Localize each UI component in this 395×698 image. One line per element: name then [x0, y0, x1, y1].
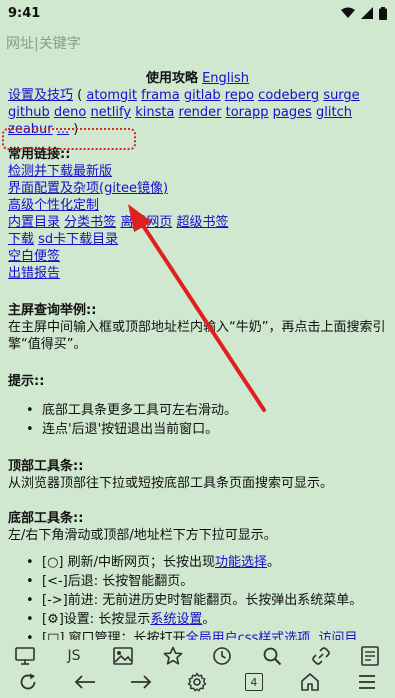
- settings-tips-link[interactable]: 设置及技巧: [8, 88, 73, 103]
- settings-button[interactable]: [182, 668, 212, 696]
- mirror-link[interactable]: torapp: [226, 105, 269, 120]
- common-links-heading: 常用链接::: [8, 147, 71, 162]
- status-bar: 9:41: [0, 0, 395, 26]
- guide-title-line: 使用攻略 English: [8, 70, 387, 87]
- mirror-link[interactable]: pages: [273, 105, 312, 120]
- bottom-toolbar-item: [->]前进: 无前进历史时智能翻页。长按弹出系统菜单。: [26, 592, 387, 609]
- js-label: JS: [67, 648, 81, 664]
- offline-pages-link[interactable]: 离线网页: [120, 215, 172, 230]
- tab-manager-button[interactable]: 4: [239, 668, 269, 696]
- mirror-link[interactable]: netlify: [90, 105, 131, 120]
- home-query-text: 在主屏中间输入框或顶部地址栏内输入“牛奶”，再点击上面搜索引擎“值得买”。: [8, 320, 386, 352]
- monitor-icon: [14, 647, 35, 665]
- visit-directory-link[interactable]: 访问目: [319, 631, 358, 640]
- mirror-link[interactable]: surge: [323, 88, 359, 103]
- mirror-link[interactable]: atomgit: [86, 88, 137, 103]
- sd-download-link[interactable]: sd卡下载目录: [38, 232, 118, 247]
- tab-count: 4: [244, 673, 263, 691]
- category-bookmarks-link[interactable]: 分类书签: [64, 215, 116, 230]
- bottom-toolbar-item: [<-]后退: 长按智能翻页。: [26, 573, 387, 590]
- advanced-customization-link[interactable]: 高级个性化定制: [8, 198, 99, 213]
- clock-icon: [213, 647, 231, 665]
- refresh-icon: [20, 673, 36, 690]
- mirror-link[interactable]: frama: [141, 88, 180, 103]
- home-button[interactable]: [295, 668, 325, 696]
- mirror-link[interactable]: kinsta: [135, 105, 174, 120]
- function-select-link[interactable]: 功能选择: [215, 555, 267, 570]
- forward-button[interactable]: [126, 668, 156, 696]
- mirror-link[interactable]: repo: [225, 88, 254, 103]
- top-toolbar-heading: 顶部工具条::: [8, 459, 84, 474]
- refresh-button[interactable]: [13, 668, 43, 696]
- menu-button[interactable]: [352, 668, 382, 696]
- more-mirrors-link[interactable]: ...: [57, 122, 69, 137]
- mirror-link[interactable]: github: [8, 105, 50, 120]
- tip-item: 连点'后退'按钮退出当前窗口。: [26, 421, 387, 438]
- tips-list: 底部工具条更多工具可左右滑动。 连点'后退'按钮退出当前窗口。: [8, 402, 387, 438]
- tip-item: 底部工具条更多工具可左右滑动。: [26, 402, 387, 419]
- bottom-toolbar-text: 左/右下角滑动或顶部/地址栏下方下拉可显示。: [8, 528, 277, 543]
- mirror-link[interactable]: gitlab: [184, 88, 221, 103]
- ui-config-link[interactable]: 界面配置及杂项(gitee镜像): [8, 181, 168, 196]
- top-toolbar-text: 从浏览器顶部往下拉或短按底部工具条页面搜索可显示。: [8, 476, 334, 491]
- notes-icon: [361, 646, 380, 666]
- image-icon: [113, 647, 134, 665]
- system-settings-link[interactable]: 系统设置: [150, 612, 202, 627]
- blank-note-link[interactable]: 空白便签: [8, 249, 60, 264]
- mirror-link[interactable]: render: [179, 105, 222, 120]
- bottom-toolbar-item: [⚙]设置: 长按显示系统设置。: [26, 611, 387, 628]
- check-update-link[interactable]: 检测并下载最新版: [8, 164, 112, 179]
- bottom-toolbar-list: [○] 刷新/中断网页；长按出现功能选择。 [<-]后退: 长按智能翻页。 [-…: [8, 554, 387, 640]
- wifi-icon: [341, 7, 355, 18]
- hamburger-menu-icon: [358, 675, 375, 689]
- arrow-right-icon: [131, 675, 152, 689]
- mirror-links: 设置及技巧 ( atomgit frama gitlab repo codebe…: [8, 87, 387, 138]
- url-input[interactable]: [6, 32, 389, 56]
- mirror-link[interactable]: deno: [54, 105, 86, 120]
- mirror-link[interactable]: zeabur: [8, 122, 53, 137]
- bottom-toolbar-heading: 底部工具条::: [8, 511, 84, 526]
- link-icon: [312, 647, 330, 665]
- status-icons: [341, 6, 387, 20]
- english-link[interactable]: English: [202, 71, 249, 86]
- download-link[interactable]: 下载: [8, 232, 34, 247]
- battery-icon: [379, 6, 387, 20]
- mirror-link[interactable]: codeberg: [258, 88, 319, 103]
- guide-title: 使用攻略: [145, 71, 198, 86]
- arrow-left-icon: [74, 675, 95, 689]
- address-bar: [0, 30, 395, 58]
- cellular-signal-icon: [361, 7, 373, 19]
- open-paren: (: [73, 88, 87, 103]
- home-icon: [301, 673, 320, 691]
- bottom-toolbar-item: [○] 刷新/中断网页；长按出现功能选择。: [26, 554, 387, 571]
- back-button[interactable]: [70, 668, 100, 696]
- super-bookmarks-link[interactable]: 超级书签: [176, 215, 228, 230]
- tips-heading: 提示::: [8, 374, 45, 389]
- bottom-toolbar-item: [□] 窗口管理；长按打开全局用户css样式选项, 访问目: [26, 630, 387, 640]
- home-query-heading: 主屏查询举例::: [8, 303, 97, 318]
- bottom-toolbar-row-2: 4: [0, 666, 395, 698]
- mirror-link[interactable]: glitch: [316, 105, 352, 120]
- status-time: 9:41: [8, 5, 41, 21]
- gear-icon: [188, 672, 207, 692]
- builtin-directory-link[interactable]: 内置目录: [8, 215, 60, 230]
- error-report-link[interactable]: 出错报告: [8, 266, 60, 281]
- page-content: 使用攻略 English 设置及技巧 ( atomgit frama gitla…: [0, 64, 395, 640]
- star-icon: [163, 646, 183, 665]
- global-css-link[interactable]: 全局用户css样式选项: [186, 631, 311, 640]
- close-paren: ): [69, 122, 79, 137]
- search-icon: [263, 647, 281, 666]
